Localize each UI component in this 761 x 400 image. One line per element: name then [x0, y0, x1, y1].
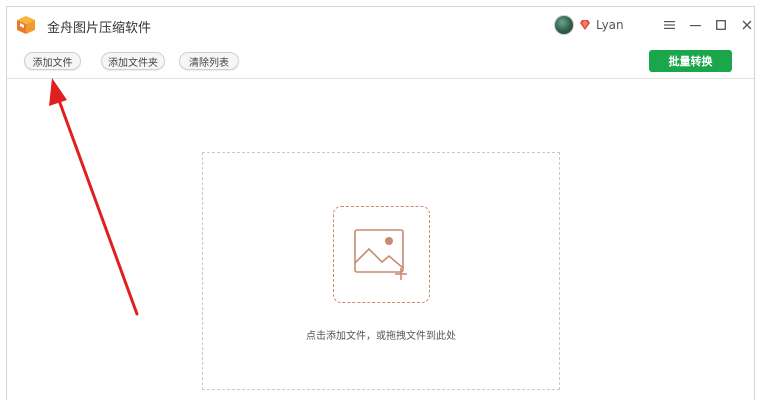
menu-icon	[663, 21, 675, 29]
maximize-icon	[716, 20, 726, 30]
drop-icon-box[interactable]	[333, 206, 430, 303]
batch-convert-button[interactable]: 批量转换	[649, 50, 732, 72]
minimize-button[interactable]	[688, 17, 702, 33]
maximize-button[interactable]	[714, 17, 728, 33]
app-title: 金舟图片压缩软件	[47, 21, 152, 36]
user-area[interactable]: Lyan	[554, 14, 624, 36]
username[interactable]: Lyan	[596, 18, 624, 32]
app-window: 金舟图片压缩软件 Lyan 添加文件 添加文件夹 清除列表 批量转换 点击添加文…	[0, 0, 761, 400]
close-icon	[742, 20, 752, 30]
file-drop-zone[interactable]: 点击添加文件，或拖拽文件到此处	[202, 152, 560, 390]
menu-button[interactable]	[662, 17, 676, 33]
vip-gem-icon	[580, 20, 590, 30]
drop-hint-text: 点击添加文件，或拖拽文件到此处	[306, 331, 456, 342]
add-file-button[interactable]: 添加文件	[24, 52, 81, 70]
window-frame: 金舟图片压缩软件 Lyan 添加文件 添加文件夹 清除列表 批量转换 点击添加文…	[6, 6, 755, 400]
clear-list-button[interactable]: 清除列表	[179, 52, 239, 70]
close-button[interactable]	[740, 17, 754, 33]
title-bar: 金舟图片压缩软件 Lyan	[7, 7, 754, 43]
avatar[interactable]	[554, 15, 574, 35]
image-plus-icon	[354, 229, 407, 280]
minimize-icon	[689, 25, 701, 27]
app-logo-icon	[17, 16, 35, 34]
window-controls	[662, 15, 754, 35]
toolbar: 添加文件 添加文件夹 清除列表 批量转换	[7, 43, 754, 79]
add-folder-button[interactable]: 添加文件夹	[101, 52, 165, 70]
